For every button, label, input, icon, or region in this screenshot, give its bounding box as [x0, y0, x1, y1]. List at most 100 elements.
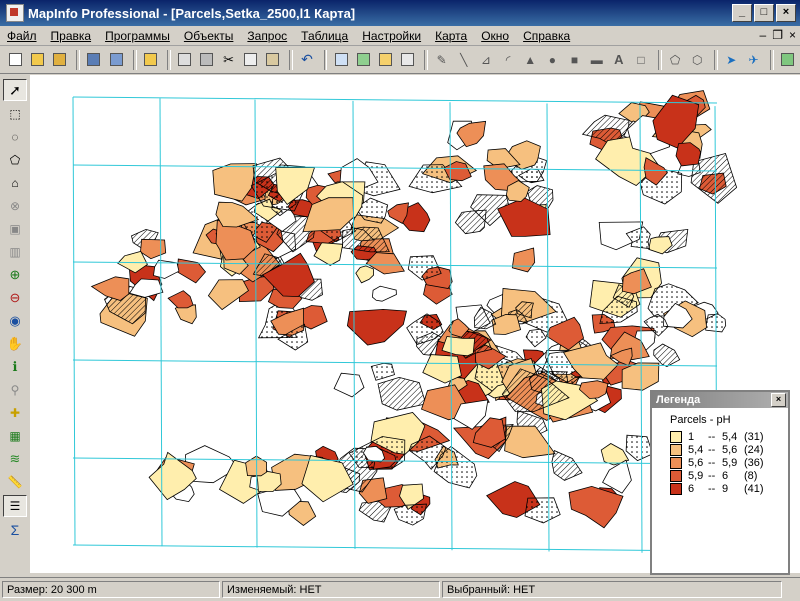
- legend-range-to: 5,4: [722, 430, 738, 443]
- polygon-select-icon[interactable]: ⬠: [4, 150, 26, 170]
- open-table-icon[interactable]: [141, 50, 160, 70]
- boundary-select-icon[interactable]: ⌂: [4, 173, 26, 193]
- legend-range-to: 6: [722, 469, 729, 482]
- legend-swatch: [670, 456, 682, 469]
- parcel-polygon: [207, 279, 250, 311]
- menu-file[interactable]: Файл: [0, 29, 44, 43]
- add-node-tool-icon[interactable]: ⬡: [688, 50, 707, 70]
- status-editable: Изменяемый: НЕТ: [222, 581, 440, 598]
- legend-swatch: [670, 482, 682, 495]
- grabber-hand-icon[interactable]: ✋: [4, 334, 26, 354]
- menu-help[interactable]: Справка: [516, 29, 577, 43]
- tools-toolbar: ➚ ⬚ ◌ ⬠ ⌂ ⊗ ▣ ▥ ⊕ ⊖ ◉ ✋ ℹ ⚲ ✚ ▦ ≋ 📏 ☰ Σ: [0, 75, 30, 573]
- parcel-polygon: [621, 362, 660, 391]
- ruler-icon[interactable]: 📏: [4, 472, 26, 492]
- change-view-icon[interactable]: ◉: [4, 311, 26, 331]
- parcel-polygon: [333, 372, 365, 398]
- print-preview-icon[interactable]: [175, 50, 194, 70]
- menu-window[interactable]: Окно: [474, 29, 516, 43]
- close-button[interactable]: ×: [776, 4, 796, 22]
- grid-line: [72, 96, 718, 104]
- info-tool-icon[interactable]: ℹ: [4, 357, 26, 377]
- menu-objects[interactable]: Объекты: [177, 29, 241, 43]
- ellipse-tool-icon[interactable]: ●: [543, 50, 562, 70]
- copy-icon[interactable]: [241, 50, 260, 70]
- menu-map[interactable]: Карта: [428, 29, 474, 43]
- graph-select-icon[interactable]: ▥: [4, 242, 26, 262]
- new-document-icon[interactable]: [6, 50, 25, 70]
- menu-table[interactable]: Таблица: [294, 29, 355, 43]
- status-selected: Выбранный: НЕТ: [442, 581, 782, 598]
- cut-icon[interactable]: ✂: [219, 50, 238, 70]
- legend-count: (41): [744, 482, 764, 495]
- radius-select-icon[interactable]: ◌: [4, 127, 26, 147]
- maximize-button[interactable]: □: [754, 4, 774, 22]
- frame-tool-icon[interactable]: □: [631, 50, 650, 70]
- hotlink-tool-icon[interactable]: ⚲: [4, 380, 26, 400]
- new-grapher-icon[interactable]: [376, 50, 395, 70]
- menu-query[interactable]: Запрос: [240, 29, 294, 43]
- marquee-select-icon[interactable]: ⬚: [4, 104, 26, 124]
- mdi-close-button[interactable]: ×: [789, 28, 796, 42]
- legend-layer-title: Parcels - pH: [670, 414, 731, 426]
- zoom-in-icon[interactable]: ⊕: [4, 265, 26, 285]
- menu-tools[interactable]: Программы: [98, 29, 177, 43]
- legend-range-to: 5,6: [722, 443, 738, 456]
- save-icon[interactable]: [84, 50, 103, 70]
- legend-range-to: 9: [722, 482, 729, 495]
- arc-tool-icon[interactable]: ◜: [499, 50, 518, 70]
- mapinfo-app-icon[interactable]: [6, 4, 24, 22]
- symbol-tool-icon[interactable]: ✎: [432, 50, 451, 70]
- legend-range-to: 5,9: [722, 456, 738, 469]
- reshape-tool-icon[interactable]: ⬠: [666, 50, 685, 70]
- rectangle-tool-icon[interactable]: ■: [565, 50, 584, 70]
- polygon-tool-icon[interactable]: ▲: [521, 50, 540, 70]
- layer-control-icon[interactable]: ≋: [4, 449, 26, 469]
- invert-selection-icon[interactable]: ▣: [4, 219, 26, 239]
- select-arrow-icon[interactable]: ➚: [3, 79, 27, 101]
- run-program-icon[interactable]: ➤: [722, 50, 741, 70]
- parcel-polygon: [355, 265, 375, 284]
- mdi-minimize-button[interactable]: –: [760, 28, 767, 42]
- save-workspace-icon[interactable]: [107, 50, 126, 70]
- parcel-polygon: [346, 308, 407, 346]
- unselect-icon[interactable]: ⊗: [4, 196, 26, 216]
- undo-icon[interactable]: ↶: [297, 50, 316, 70]
- rounded-rect-tool-icon[interactable]: ▬: [587, 50, 606, 70]
- statistics-icon[interactable]: Σ: [4, 520, 26, 540]
- show-legend-icon[interactable]: ☰: [3, 495, 27, 517]
- print-icon[interactable]: [197, 50, 216, 70]
- minimize-button[interactable]: _: [732, 4, 752, 22]
- menu-options[interactable]: Настройки: [355, 29, 428, 43]
- status-size: Размер: 20 300 m: [2, 581, 220, 598]
- legend-close-button[interactable]: ×: [771, 393, 786, 407]
- window-title: MapInfo Professional - [Parcels,Setka_25…: [28, 5, 356, 21]
- mdi-restore-button[interactable]: ❐: [772, 28, 783, 42]
- legend-swatch: [670, 443, 682, 456]
- open-folder-icon[interactable]: [28, 50, 47, 70]
- parcel-polygon: [140, 238, 167, 260]
- menu-edit[interactable]: Правка: [44, 29, 99, 43]
- legend-title-bar[interactable]: Легенда ×: [652, 392, 788, 408]
- open-workspace-icon[interactable]: [50, 50, 69, 70]
- parcel-polygon: [370, 362, 395, 381]
- parcel-polygon: [90, 276, 130, 301]
- parcel-polygon: [504, 425, 556, 459]
- paste-icon[interactable]: [263, 50, 282, 70]
- help-icon[interactable]: [778, 50, 797, 70]
- legend-item: 6 -- 9 (41): [670, 482, 788, 495]
- title-bar: MapInfo Professional - [Parcels,Setka_25…: [0, 0, 800, 26]
- parcel-polygon: [625, 434, 654, 462]
- drag-map-window-icon[interactable]: ▦: [4, 426, 26, 446]
- zoom-out-icon[interactable]: ⊖: [4, 288, 26, 308]
- new-browser-icon[interactable]: [331, 50, 350, 70]
- legend-item: 5,6 -- 5,9 (36): [670, 456, 788, 469]
- new-layout-icon[interactable]: [398, 50, 417, 70]
- line-tool-icon[interactable]: ╲: [454, 50, 473, 70]
- new-mapper-icon[interactable]: [354, 50, 373, 70]
- tool-manager-icon[interactable]: ✈: [744, 50, 763, 70]
- label-tool-icon[interactable]: ✚: [4, 403, 26, 423]
- text-tool-icon[interactable]: A: [609, 50, 628, 70]
- polyline-tool-icon[interactable]: ⊿: [476, 50, 495, 70]
- legend-window[interactable]: Легенда × Parcels - pH 1 -- 5,4 (31) 5,4…: [650, 390, 790, 575]
